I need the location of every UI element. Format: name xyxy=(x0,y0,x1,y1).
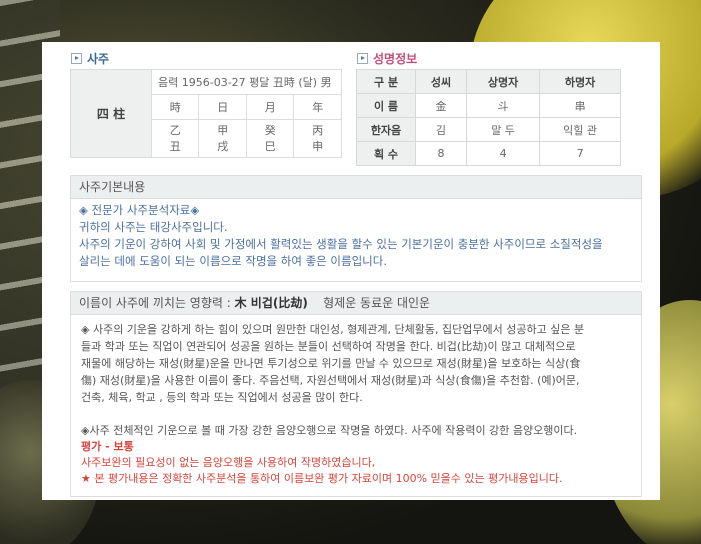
basic-line: 귀하의 사주는 태강사주입니다. xyxy=(79,220,228,234)
name-row-header: 획 수 xyxy=(356,141,416,166)
saju-birth-info: 음력 1956-03-27 평달 丑時 (달) 男 xyxy=(151,69,342,95)
saju-header: 日 xyxy=(198,94,247,120)
basic-content-box: 사주기본내용 ◈ 전문가 사주분석자료◈ 귀하의 사주는 태강사주입니다. 사주… xyxy=(70,175,642,282)
name-cell: 8 xyxy=(415,141,467,166)
name-cell: 말 두 xyxy=(465,117,541,142)
saju-label: 四 柱 xyxy=(70,69,152,158)
influence-line: 재물에 해당하는 재성(財星)운을 만나면 투기성으로 위기를 만날 수 있으므… xyxy=(81,357,581,370)
saju-header: 年 xyxy=(293,94,342,120)
evaluation-line: 사주보완의 필요성이 없는 음양오행을 사용하여 작명하였습니다, xyxy=(81,456,376,469)
saju-section-title: 사주 xyxy=(71,50,109,67)
name-cell: 串 xyxy=(539,93,621,118)
influence-line: 건축, 체육, 학교 , 등의 학과 또는 직업에서 성공을 많이 한다. xyxy=(81,391,363,404)
evaluation-title: 평가 - 보통 xyxy=(81,440,134,453)
influence-line: ◈ 사주의 기운을 강하게 하는 힘이 있으며 원만한 대인성, 형제관계, 단… xyxy=(81,323,585,336)
name-col-header: 성씨 xyxy=(415,69,467,94)
saju-pillar: 甲戌 xyxy=(198,119,247,158)
saju-header: 時 xyxy=(150,94,200,120)
name-cell: 익힐 관 xyxy=(539,117,621,142)
basic-content-header: 사주기본내용 xyxy=(71,176,641,199)
saju-table: 四 柱 음력 1956-03-27 평달 丑時 (달) 男 時 日 月 年 乙丑… xyxy=(70,69,342,158)
evaluation-note: ★ 본 평가내용은 정확한 사주분석을 통하여 이름보완 평가 자료이며 100… xyxy=(81,472,563,485)
saju-header: 月 xyxy=(245,94,295,120)
basic-line: 사주의 기운이 강하여 사회 및 가정에서 활력있는 생활을 할수 있는 기본기… xyxy=(79,237,603,251)
name-info-section-title: 성명정보 xyxy=(357,50,417,67)
saju-pillar: 乙丑 xyxy=(150,119,200,158)
name-col-header: 하명자 xyxy=(539,69,621,94)
saju-pillar: 丙申 xyxy=(293,119,342,158)
influence-element: 木 비겁(比劫) xyxy=(234,296,308,310)
name-cell: 金 xyxy=(415,93,467,118)
basic-line: ◈ 전문가 사주분석자료◈ xyxy=(79,203,200,217)
saju-pillar: 癸巳 xyxy=(245,119,295,158)
name-row-header: 이 름 xyxy=(356,93,416,118)
name-row-header: 한자음 xyxy=(356,117,416,142)
basic-line: 살리는 데에 도움이 되는 이름으로 작명을 하여 좋은 이름입니다. xyxy=(79,254,387,268)
influence-header: 이름이 사주에 끼치는 영향력 : 木 비겁(比劫) 형제운 동료운 대인운 xyxy=(71,292,641,315)
influence-line: 傷) 재성(財星)을 사용한 이름이 좋다. 주음선택, 자원선택에서 재성(財… xyxy=(81,374,580,387)
saju-title-text: 사주 xyxy=(87,52,110,66)
name-col-header: 구 분 xyxy=(356,69,416,94)
influence-fortune: 형제운 동료운 대인운 xyxy=(323,296,431,310)
name-info-title-text: 성명정보 xyxy=(373,52,418,66)
name-col-header: 상명자 xyxy=(465,69,541,94)
influence-line: ◈사주 전체적인 기운으로 볼 때 가장 강한 음양오행으로 작명을 하였다. … xyxy=(81,424,578,437)
influence-box: 이름이 사주에 끼치는 영향력 : 木 비겁(比劫) 형제운 동료운 대인운 ◈… xyxy=(70,291,642,497)
name-cell: 김 xyxy=(415,117,467,142)
name-cell: 4 xyxy=(465,141,541,166)
name-info-table: 구 분 성씨 상명자 하명자 이 름 金 斗 串 한자음 김 말 두 익힐 관 … xyxy=(356,69,621,166)
arrow-bullet-icon xyxy=(357,53,368,64)
name-cell: 7 xyxy=(539,141,621,166)
arrow-bullet-icon xyxy=(71,53,82,64)
name-cell: 斗 xyxy=(465,93,541,118)
influence-line: 들과 학과 또는 직업이 연관되어 성공을 원하는 분들이 선택하여 작명을 한… xyxy=(81,340,576,353)
